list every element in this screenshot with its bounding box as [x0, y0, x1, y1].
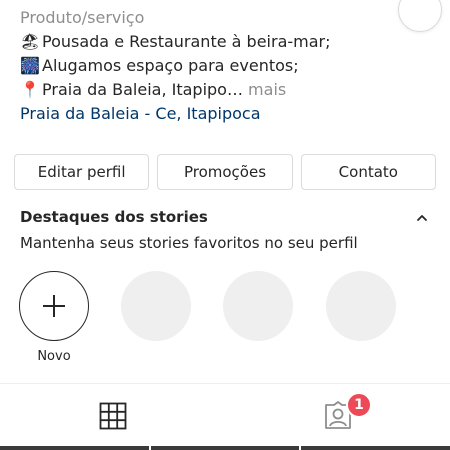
- bio-line-1: 🏖 Pousada e Restaurante à beira-mar;: [20, 30, 420, 54]
- post-thumbnail[interactable]: [150, 446, 300, 450]
- profile-category: Produto/serviço: [20, 8, 145, 27]
- plus-icon: [43, 295, 65, 317]
- highlight-placeholder: [326, 271, 396, 341]
- post-thumbnail[interactable]: [0, 446, 149, 450]
- bio-text-3: Praia da Baleia, Itapipo…: [42, 80, 243, 99]
- profile-bio: Produto/serviço 🏖 Pousada e Restaurante à…: [20, 6, 420, 126]
- contact-button[interactable]: Contato: [300, 154, 436, 190]
- profile-page: Produto/serviço 🏖 Pousada e Restaurante à…: [0, 0, 450, 450]
- more-link[interactable]: mais: [243, 80, 286, 99]
- highlight-placeholder: [121, 271, 191, 341]
- highlights-subtitle: Mantenha seus stories favoritos no seu p…: [20, 234, 358, 252]
- post-thumbnail[interactable]: [301, 446, 450, 450]
- profile-actions: Editar perfil Promoções Contato: [14, 154, 436, 190]
- chevron-up-icon[interactable]: [414, 210, 430, 226]
- bio-text-1: Pousada e Restaurante à beira-mar;: [42, 32, 331, 51]
- new-highlight-label: Novo: [37, 349, 71, 364]
- tabs-divider: [0, 383, 450, 384]
- highlight-placeholder: [223, 271, 293, 341]
- beach-umbrella-icon: 🏖: [20, 32, 41, 51]
- bio-line-3: 📍 Praia da Baleia, Itapipo… mais: [20, 78, 420, 102]
- bio-text-2: Alugamos espaço para eventos;: [42, 56, 299, 75]
- highlights-title: Destaques dos stories: [20, 208, 208, 226]
- bio-line-2: 🎆 Alugamos espaço para eventos;: [20, 54, 420, 78]
- posts-grid-preview: [0, 446, 450, 450]
- fireworks-icon: 🎆: [20, 56, 40, 75]
- location-link[interactable]: Praia da Baleia - Ce, Itapipoca: [20, 102, 420, 126]
- promotions-button[interactable]: Promoções: [157, 154, 293, 190]
- grid-icon: [99, 402, 126, 430]
- tab-posts-grid[interactable]: [0, 388, 225, 444]
- new-highlight-button[interactable]: [19, 271, 89, 341]
- tagged-notification-badge: 1: [346, 392, 372, 418]
- tab-tagged[interactable]: [225, 388, 450, 444]
- edit-profile-button[interactable]: Editar perfil: [14, 154, 150, 190]
- pin-icon: 📍: [20, 80, 40, 99]
